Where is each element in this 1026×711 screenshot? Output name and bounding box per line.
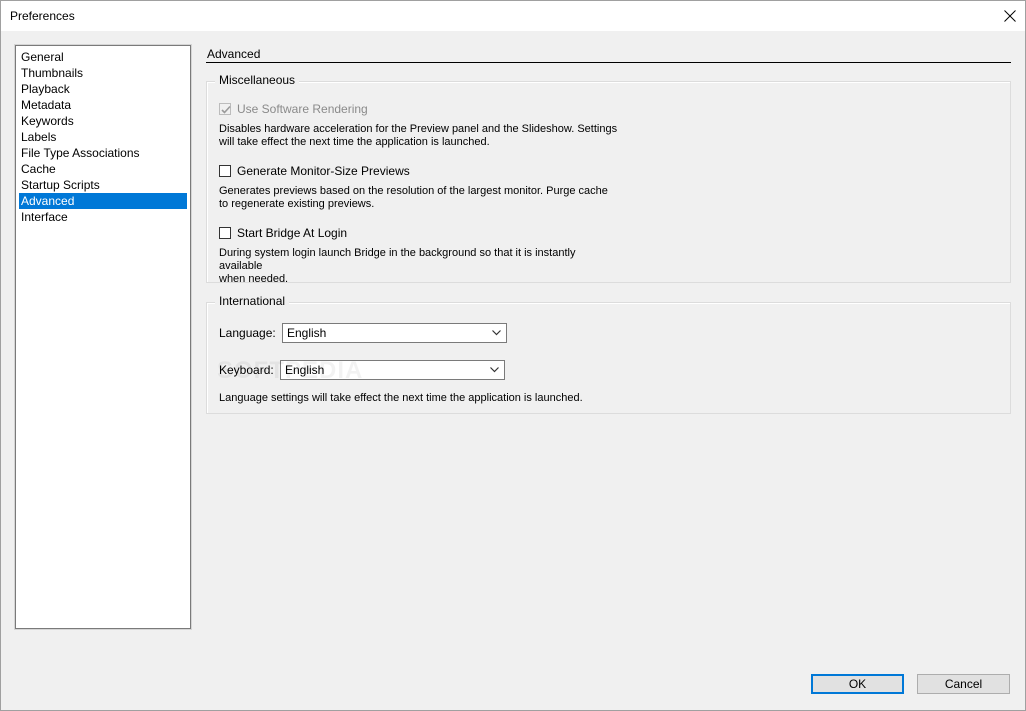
page-title: Advanced — [207, 47, 261, 61]
miscellaneous-group: Miscellaneous Use Software Rendering Dis… — [206, 73, 1011, 286]
description-line: Disables hardware acceleration for the P… — [219, 123, 618, 135]
preferences-dialog: Preferences General Thumbnails Playback … — [0, 0, 1026, 711]
watermark: SOFTPEDIA — [217, 357, 364, 384]
language-select[interactable]: English — [282, 323, 507, 343]
miscellaneous-legend: Miscellaneous — [215, 73, 300, 87]
description-line: when needed. — [219, 273, 289, 285]
monitor-previews-label: Generate Monitor-Size Previews — [237, 164, 410, 178]
start-at-login-option: Start Bridge At Login — [219, 225, 347, 241]
checkmark-icon — [221, 105, 231, 114]
sidebar-item-labels[interactable]: Labels — [19, 129, 187, 145]
description-line: During system login launch Bridge in the… — [219, 247, 576, 272]
chevron-down-icon — [490, 367, 499, 373]
software-rendering-label: Use Software Rendering — [237, 102, 368, 116]
sidebar-item-playback[interactable]: Playback — [19, 81, 187, 97]
language-note: Language settings will take effect the n… — [219, 392, 583, 404]
software-rendering-checkbox[interactable] — [219, 103, 231, 115]
monitor-previews-description: Generates previews based on the resoluti… — [219, 185, 619, 211]
monitor-previews-option: Generate Monitor-Size Previews — [219, 163, 410, 179]
description-line: will take effect the next time the appli… — [219, 136, 490, 148]
cancel-button[interactable]: Cancel — [917, 674, 1010, 694]
close-button[interactable] — [995, 1, 1025, 31]
sidebar-item-general[interactable]: General — [19, 49, 187, 65]
description-line: Generates previews based on the resoluti… — [219, 185, 608, 197]
language-label: Language: — [219, 326, 276, 340]
sidebar-item-file-type-associations[interactable]: File Type Associations — [19, 145, 187, 161]
category-list[interactable]: General Thumbnails Playback Metadata Key… — [15, 45, 191, 629]
sidebar-item-metadata[interactable]: Metadata — [19, 97, 187, 113]
monitor-previews-checkbox[interactable] — [219, 165, 231, 177]
language-value: English — [287, 326, 327, 340]
start-at-login-description: During system login launch Bridge in the… — [219, 247, 619, 286]
start-at-login-checkbox[interactable] — [219, 227, 231, 239]
sidebar-item-cache[interactable]: Cache — [19, 161, 187, 177]
ok-button[interactable]: OK — [811, 674, 904, 694]
description-line: to regenerate existing previews. — [219, 198, 375, 210]
software-rendering-option: Use Software Rendering — [219, 101, 368, 117]
sidebar-item-startup-scripts[interactable]: Startup Scripts — [19, 177, 187, 193]
chevron-down-icon — [492, 330, 501, 336]
sidebar-item-interface[interactable]: Interface — [19, 209, 187, 225]
sidebar-item-thumbnails[interactable]: Thumbnails — [19, 65, 187, 81]
title-divider — [206, 62, 1011, 63]
start-at-login-label: Start Bridge At Login — [237, 226, 348, 240]
international-legend: International — [215, 294, 290, 308]
software-rendering-description: Disables hardware acceleration for the P… — [219, 123, 619, 149]
sidebar-item-keywords[interactable]: Keywords — [19, 113, 187, 129]
window-title: Preferences — [10, 9, 75, 23]
close-icon — [1004, 10, 1016, 22]
sidebar-item-advanced[interactable]: Advanced — [19, 193, 187, 209]
title-bar: Preferences — [1, 1, 1025, 31]
